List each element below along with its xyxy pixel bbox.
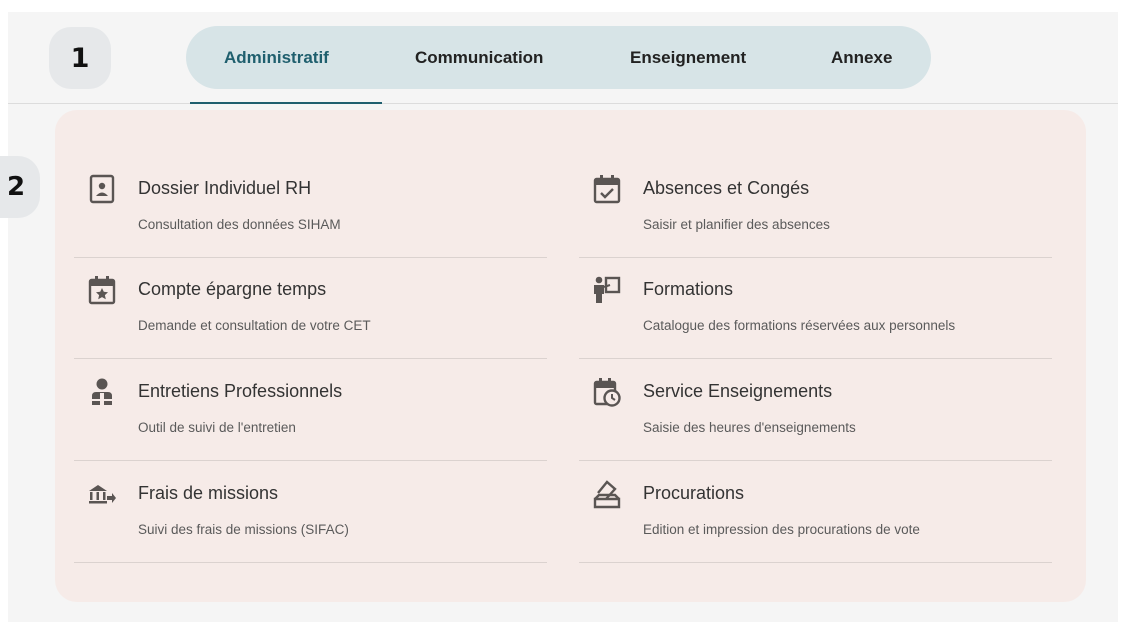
item-subtitle: Saisir et planifier des absences [643, 217, 830, 232]
item-dossier-individuel-rh[interactable]: Dossier Individuel RH Consultation des d… [74, 156, 547, 258]
item-title: Compte épargne temps [138, 279, 327, 299]
item-procurations[interactable]: Procurations Edition et impression des p… [579, 461, 1052, 563]
step-badge-2: 2 [0, 156, 40, 218]
item-absences-conges[interactable]: Absences et Congés Saisir et planifier d… [579, 156, 1052, 258]
item-compte-epargne-temps[interactable]: Compte épargne temps Demande et consulta… [74, 257, 547, 359]
item-formations[interactable]: Formations Catalogue des formations rése… [579, 257, 1052, 359]
item-subtitle: Outil de suivi de l'entretien [138, 420, 296, 435]
step-badge-1: 1 [49, 27, 111, 89]
item-subtitle: Demande et consultation de votre CET [138, 318, 371, 333]
item-title: Procurations [643, 483, 745, 503]
tab-bar: Administratif Communication Enseignement… [186, 26, 931, 89]
item-title: Entretiens Professionnels [138, 381, 343, 401]
calendar-clock-icon [593, 377, 621, 407]
meeting-person-icon [88, 377, 116, 407]
item-subtitle: Saisie des heures d'enseignements [643, 420, 856, 435]
bank-transfer-icon [88, 479, 116, 509]
tab-enseignement[interactable]: Enseignement [630, 26, 746, 89]
item-title: Frais de missions [138, 483, 279, 503]
calendar-star-icon [88, 275, 116, 305]
item-service-enseignements[interactable]: Service Enseignements Saisie des heures … [579, 359, 1052, 461]
tab-annexe[interactable]: Annexe [831, 26, 892, 89]
calendar-check-icon [593, 174, 621, 204]
tab-administratif[interactable]: Administratif [224, 26, 329, 89]
item-subtitle: Edition et impression des procurations d… [643, 522, 920, 537]
tab-communication[interactable]: Communication [415, 26, 543, 89]
id-badge-icon [88, 174, 116, 204]
item-title: Service Enseignements [643, 381, 833, 401]
ballot-box-icon [593, 479, 621, 509]
item-frais-de-missions[interactable]: Frais de missions Suivi des frais de mis… [74, 461, 547, 563]
item-entretiens-professionnels[interactable]: Entretiens Professionnels Outil de suivi… [74, 359, 547, 461]
item-subtitle: Consultation des données SIHAM [138, 217, 341, 232]
item-subtitle: Catalogue des formations réservées aux p… [643, 318, 956, 333]
tab-divider [8, 103, 1118, 104]
active-tab-indicator [190, 102, 382, 104]
item-subtitle: Suivi des frais de missions (SIFAC) [138, 522, 349, 537]
item-title: Formations [643, 279, 734, 299]
item-title: Absences et Congés [643, 178, 810, 198]
item-title: Dossier Individuel RH [138, 178, 312, 198]
teacher-board-icon [593, 275, 621, 305]
